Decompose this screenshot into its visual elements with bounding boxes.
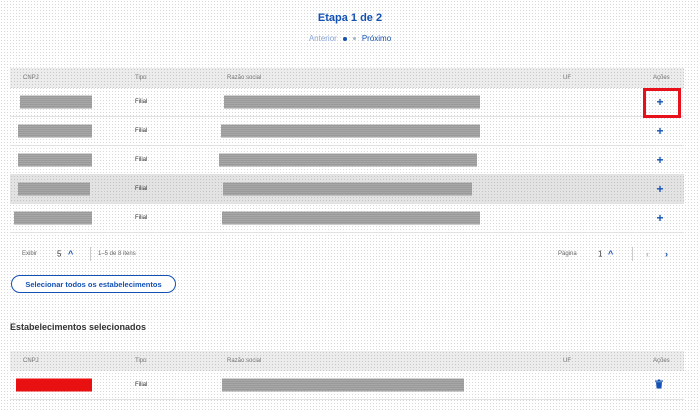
table-header: CNPJ Tipo Razão social UF Ações xyxy=(10,351,684,371)
range-label: 1–5 de 8 itens xyxy=(98,251,136,257)
add-establishment-button[interactable]: + xyxy=(653,125,667,137)
table-row: Filial + xyxy=(10,117,684,146)
add-establishment-button[interactable]: + xyxy=(653,183,667,195)
per-page-value[interactable]: 5 xyxy=(57,250,61,259)
divider xyxy=(632,247,633,261)
header-cnpj: CNPJ xyxy=(23,358,39,364)
selected-establishments-table: CNPJ Tipo Razão social UF Ações Filial xyxy=(10,351,684,400)
step-indicator-active xyxy=(342,36,347,41)
header-uf: UF xyxy=(563,358,571,364)
header-acoes: Ações xyxy=(653,358,670,364)
establishments-table: CNPJ Tipo Razão social UF Ações Filial +… xyxy=(10,68,684,233)
cell-tipo: Filial xyxy=(135,99,148,105)
redacted-cnpj xyxy=(18,153,92,167)
redacted-cnpj xyxy=(18,182,90,196)
page-chevron-up-icon[interactable]: ^ xyxy=(608,249,613,259)
cell-tipo: Filial xyxy=(135,157,148,163)
cell-tipo: Filial xyxy=(135,382,148,388)
redacted-razao-social xyxy=(221,124,480,138)
remove-establishment-button[interactable] xyxy=(655,379,663,391)
cell-tipo: Filial xyxy=(135,215,148,221)
header-razao-social: Razão social xyxy=(227,75,262,81)
plus-icon: + xyxy=(656,153,664,167)
redacted-razao-social xyxy=(222,378,464,392)
select-all-button[interactable]: Selecionar todos os estabelecimentos xyxy=(11,275,176,293)
page-label: Página xyxy=(558,251,577,257)
table-row: Filial + xyxy=(10,88,684,117)
step-indicator-inactive xyxy=(352,37,356,40)
previous-page-chevron-left-icon[interactable]: ‹ xyxy=(646,249,649,259)
current-page-value[interactable]: 1 xyxy=(598,250,602,259)
show-label: Exibir xyxy=(22,251,38,257)
cell-tipo: Filial xyxy=(135,128,148,134)
table-row: Filial xyxy=(10,371,684,400)
redacted-razao-social xyxy=(224,95,480,109)
table-row: Filial + xyxy=(10,175,684,204)
table-row: Filial + xyxy=(10,146,684,175)
header-tipo: Tipo xyxy=(135,358,147,364)
header-razao-social: Razão social xyxy=(227,358,262,364)
trash-icon xyxy=(655,379,663,389)
redacted-razao-social xyxy=(219,153,477,167)
next-page-chevron-right-icon[interactable]: › xyxy=(665,249,668,259)
header-acoes: Ações xyxy=(653,75,670,81)
redacted-razao-social xyxy=(222,211,480,225)
plus-icon: + xyxy=(656,182,664,196)
selected-section-title: Estabelecimentos selecionados xyxy=(10,322,147,332)
header-tipo: Tipo xyxy=(135,75,147,81)
header-uf: UF xyxy=(563,75,571,81)
divider xyxy=(90,247,91,261)
next-step-link[interactable]: Próximo xyxy=(362,34,391,43)
table-row: Filial + xyxy=(10,204,684,233)
pagination-bar: Exibir 5 ^ 1–5 de 8 itens Página 1 ^ ‹ › xyxy=(10,240,684,268)
stepper-nav: Anterior Próximo xyxy=(0,34,700,43)
plus-icon: + xyxy=(656,124,664,138)
step-title: Etapa 1 de 2 xyxy=(317,12,383,24)
table-header: CNPJ Tipo Razão social UF Ações xyxy=(10,68,684,88)
highlight-box xyxy=(643,88,681,118)
plus-icon: + xyxy=(656,211,664,225)
per-page-chevron-up-icon[interactable]: ^ xyxy=(68,249,73,259)
redacted-cnpj xyxy=(14,211,92,225)
redacted-cnpj-highlighted xyxy=(16,378,92,392)
header-cnpj: CNPJ xyxy=(23,75,39,81)
cell-tipo: Filial xyxy=(135,186,148,192)
add-establishment-button[interactable]: + xyxy=(653,154,667,166)
redacted-razao-social xyxy=(223,182,472,196)
previous-step-link[interactable]: Anterior xyxy=(309,34,337,43)
redacted-cnpj xyxy=(20,95,92,109)
redacted-cnpj xyxy=(18,124,92,138)
add-establishment-button[interactable]: + xyxy=(653,212,667,224)
